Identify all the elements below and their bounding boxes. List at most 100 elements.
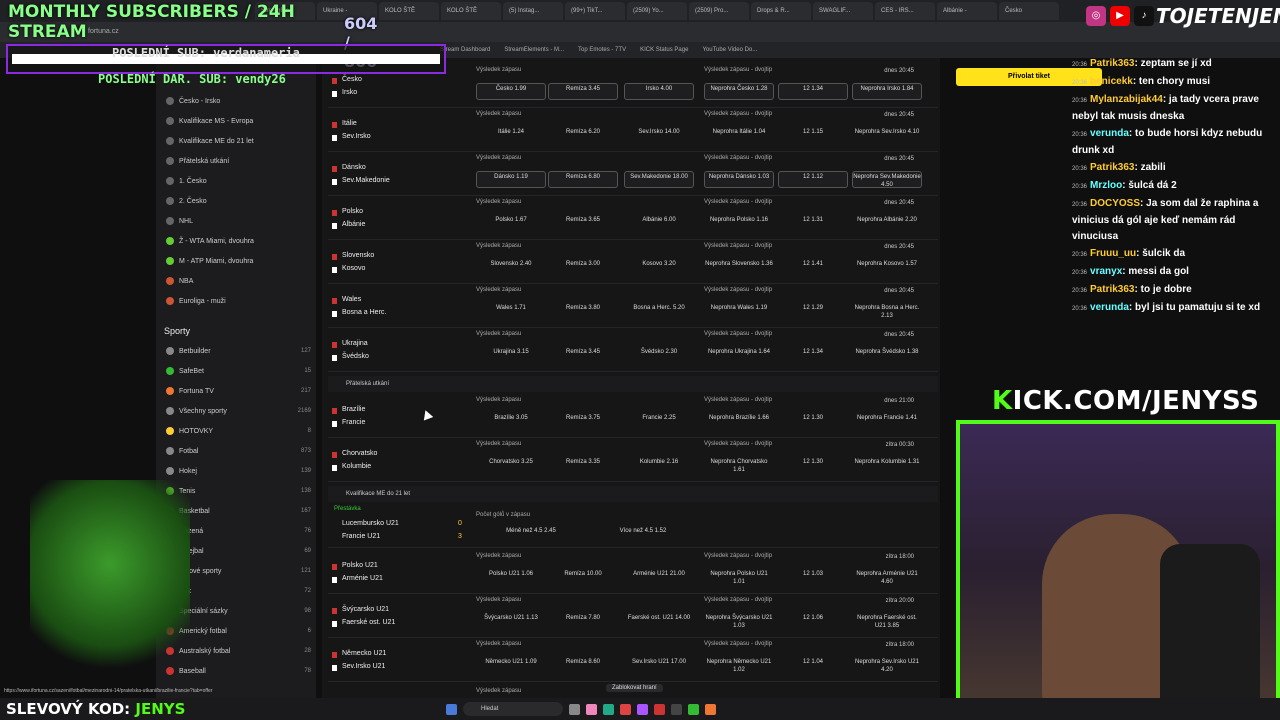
odds-button[interactable]: Neprohra Slovensko 1.36 [704,259,774,276]
odds-button[interactable]: 12 1.30 [778,457,848,474]
odds-button[interactable]: Švédsko 2.30 [624,347,694,364]
match-row[interactable]: Dánsko Sev.Makedonie Výsledek zápasu Výsled… [328,152,938,196]
bookmark[interactable]: StreamElements - M... [504,42,564,58]
odds-button[interactable]: Ukrajina 3.15 [476,347,546,364]
bookmark[interactable]: Stream Dashboard [440,42,490,58]
browser-tab[interactable]: Albánie - [937,2,997,20]
odds-button[interactable]: Remíza 3.65 [548,215,618,232]
chat-username[interactable]: Fruuu_uu [1090,248,1136,259]
sport-item[interactable]: Fortuna TV 217 [166,384,311,398]
odds-button[interactable]: 12 1.34 [778,83,848,100]
match-row[interactable]: Itálie Sev.Irsko Výsledek zápasu Výsledek z… [328,108,938,152]
odds-button[interactable]: Neprohra Švýcarsko U21 1.03 [704,613,774,630]
odds-button[interactable]: Méně než 4.5 2.45 [476,526,586,543]
sidebar-item[interactable]: M - ATP Miami, dvouhra [166,254,311,268]
odds-button[interactable]: Remíza 3.45 [548,83,618,100]
sport-item[interactable]: Fotbal 873 [166,444,311,458]
live-match-row[interactable]: Přestávka Lucembursko U21 Francie U21 0 3 Poč… [328,504,938,548]
match-row[interactable]: Švýcarsko U21 Faerské ost. U21 Výsledek zá… [328,594,938,638]
taskbar-search[interactable]: Hledat [463,702,563,716]
odds-button[interactable]: Více než 4.5 1.52 [588,526,698,543]
odds-button[interactable]: Sev.Makedonie 18.00 [624,171,694,188]
odds-button[interactable]: Švýcarsko U21 1.13 [476,613,546,630]
match-row[interactable]: Německo U21 Sev.Irsko U21 Výsledek zápasu V… [328,638,938,682]
odds-button[interactable]: Česko 1.99 [476,83,546,100]
sidebar-item[interactable]: Přátelská utkání [166,154,311,168]
odds-button[interactable]: 12 1.15 [778,127,848,144]
sidebar-item[interactable]: Ž - WTA Miami, dvouhra [166,234,311,248]
odds-button[interactable]: Neprohra Dánsko 1.03 [704,171,774,188]
browser-tab[interactable]: Česko [999,2,1059,20]
odds-button[interactable]: Neprohra Irsko 1.84 [852,83,922,100]
odds-button[interactable]: Remíza 3.75 [548,413,618,430]
odds-button[interactable]: Brazílie 3.05 [476,413,546,430]
odds-button[interactable]: Wales 1.71 [476,303,546,320]
odds-button[interactable]: Remíza 8.60 [548,657,618,674]
bookmark[interactable]: KICK Status Page [640,42,688,58]
sport-item[interactable]: Hokej 139 [166,464,311,478]
odds-button[interactable]: Neprohra Itálie 1.04 [704,127,774,144]
odds-button[interactable]: Remíza 3.35 [548,457,618,474]
chat-username[interactable]: verunda [1090,128,1129,139]
odds-button[interactable]: Remíza 3.45 [548,347,618,364]
odds-button[interactable]: Arménie U21 21.00 [624,569,694,586]
odds-button[interactable]: Německo U21 1.09 [476,657,546,674]
odds-button[interactable]: Sev.Irsko 14.00 [624,127,694,144]
chat-username[interactable]: Patrik363 [1090,162,1134,173]
app-icon[interactable] [637,703,648,715]
windows-icon[interactable] [446,703,457,715]
odds-button[interactable]: Albánie 6.00 [624,215,694,232]
odds-button[interactable]: Polsko U21 1.06 [476,569,546,586]
browser-tab[interactable]: (5) Instag... [503,2,563,20]
match-row[interactable]: Polsko Albánie Výsledek zápasu Výsledek záp… [328,196,938,240]
browser-tab[interactable]: Drops & R... [751,2,811,20]
odds-button[interactable]: Remíza 6.80 [548,171,618,188]
odds-button[interactable]: 12 1.12 [778,171,848,188]
match-row[interactable]: Brazílie Francie Výsledek zápasu Výsledek z… [328,394,938,438]
app-icon[interactable] [688,703,699,715]
odds-button[interactable]: Dánsko 1.19 [476,171,546,188]
odds-button[interactable]: Kosovo 3.20 [624,259,694,276]
chrome-icon[interactable] [620,703,631,715]
odds-button[interactable]: Itálie 1.24 [476,127,546,144]
match-row[interactable]: Polsko U21 Arménie U21 Výsledek zápasu Výsl… [328,550,938,594]
chat-username[interactable]: verunda [1090,302,1129,313]
chat-username[interactable]: Patrik363 [1090,284,1134,295]
chat-username[interactable]: Patrik363 [1090,58,1134,69]
odds-button[interactable]: 12 1.31 [778,215,848,232]
odds-button[interactable]: Polsko 1.67 [476,215,546,232]
odds-button[interactable]: Francie 2.25 [624,413,694,430]
odds-button[interactable]: Neprohra Francie 1.41 [852,413,922,430]
odds-button[interactable]: 12 1.06 [778,613,848,630]
browser-tab[interactable]: CES - IRS... [875,2,935,20]
chat-username[interactable]: benicekk [1090,76,1133,87]
match-row[interactable]: Slovensko Kosovo Výsledek zápasu Výsledek z… [328,240,938,284]
match-row[interactable]: Wales Bosna a Herc. Výsledek zápasu Výslede… [328,284,938,328]
browser-tab[interactable]: (2509) Yo... [627,2,687,20]
sidebar-item[interactable]: Česko - Irsko [166,94,311,108]
browser-tab[interactable]: (2509) Pro... [689,2,749,20]
odds-button[interactable]: Neprohra Polsko 1.16 [704,215,774,232]
chat-username[interactable]: DOCYOSS [1090,198,1140,209]
odds-button[interactable]: Neprohra Ukrajina 1.64 [704,347,774,364]
odds-button[interactable]: Bosna a Herc. 5.20 [624,303,694,320]
odds-button[interactable]: 12 1.34 [778,347,848,364]
sport-item[interactable]: SafeBet 15 [166,364,311,378]
chat-username[interactable]: vranyx [1090,266,1122,277]
sidebar-item[interactable]: Kvalifikace MS - Evropa [166,114,311,128]
browser-tab[interactable]: KOLO ŠTĚ [441,2,501,20]
odds-button[interactable]: Chorvatsko 3.25 [476,457,546,474]
match-row[interactable]: Ukrajina Švédsko Výsledek zápasu Výsledek z… [328,328,938,372]
odds-button[interactable]: Remíza 10.00 [548,569,618,586]
odds-button[interactable]: Neprohra Kolumbie 1.31 [852,457,922,474]
browser-tab[interactable]: (99+) TikT... [565,2,625,20]
odds-button[interactable]: 12 1.03 [778,569,848,586]
odds-button[interactable]: Neprohra Česko 1.28 [704,83,774,100]
bookmark[interactable]: YouTube Video Do... [702,42,757,58]
odds-button[interactable]: Neprohra Faerské ost. U21 3.85 [852,613,922,630]
odds-button[interactable]: Faerské ost. U21 14.00 [624,613,694,630]
odds-button[interactable]: Neprohra Sev.Irsko U21 4.20 [852,657,922,674]
odds-button[interactable]: Neprohra Brazílie 1.66 [704,413,774,430]
odds-button[interactable]: Neprohra Sev.Makedonie 4.50 [852,171,922,188]
sport-item[interactable]: HOTOVKY 8 [166,424,311,438]
